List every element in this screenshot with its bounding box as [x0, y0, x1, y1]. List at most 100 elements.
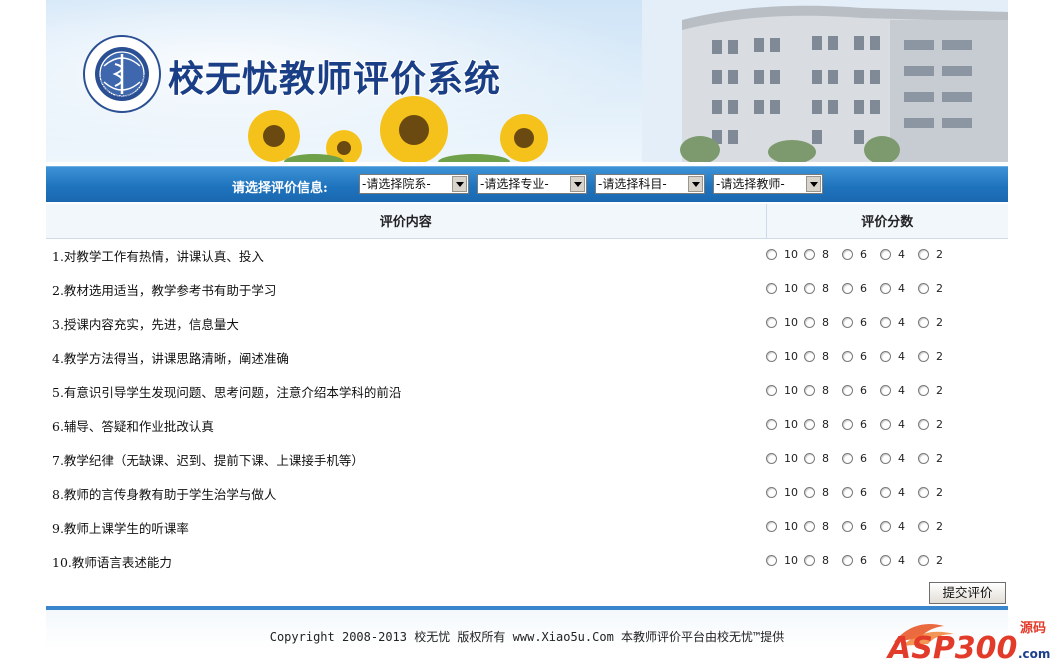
score-radio[interactable]	[842, 248, 853, 260]
score-radio[interactable]	[804, 486, 815, 498]
score-radio[interactable]	[880, 248, 891, 260]
score-radio[interactable]	[766, 316, 777, 328]
score-option-10[interactable]: 10	[766, 554, 800, 567]
score-radio[interactable]	[918, 350, 929, 362]
score-option-2[interactable]: 2	[918, 520, 952, 533]
score-option-10[interactable]: 10	[766, 520, 800, 533]
score-radio[interactable]	[804, 418, 815, 430]
score-option-8[interactable]: 8	[804, 486, 838, 499]
teacher-select[interactable]: -请选择教师-	[713, 174, 823, 194]
score-radio[interactable]	[842, 486, 853, 498]
score-option-10[interactable]: 10	[766, 418, 800, 431]
score-radio[interactable]	[766, 520, 777, 532]
score-radio[interactable]	[842, 452, 853, 464]
score-option-6[interactable]: 6	[842, 316, 876, 329]
chevron-down-icon[interactable]	[452, 176, 467, 192]
score-option-8[interactable]: 8	[804, 282, 838, 295]
score-radio[interactable]	[766, 486, 777, 498]
chevron-down-icon[interactable]	[806, 176, 821, 192]
score-radio[interactable]	[804, 316, 815, 328]
score-option-6[interactable]: 6	[842, 452, 876, 465]
score-radio[interactable]	[766, 418, 777, 430]
score-option-4[interactable]: 4	[880, 418, 914, 431]
score-radio[interactable]	[918, 452, 929, 464]
score-radio[interactable]	[842, 520, 853, 532]
score-option-6[interactable]: 6	[842, 418, 876, 431]
score-option-10[interactable]: 10	[766, 350, 800, 363]
score-option-8[interactable]: 8	[804, 554, 838, 567]
score-radio[interactable]	[880, 282, 891, 294]
score-option-6[interactable]: 6	[842, 486, 876, 499]
score-option-4[interactable]: 4	[880, 282, 914, 295]
score-option-6[interactable]: 6	[842, 282, 876, 295]
score-option-8[interactable]: 8	[804, 418, 838, 431]
score-radio[interactable]	[766, 384, 777, 396]
score-radio[interactable]	[804, 384, 815, 396]
score-radio[interactable]	[880, 452, 891, 464]
score-radio[interactable]	[804, 248, 815, 260]
score-radio[interactable]	[766, 452, 777, 464]
score-option-10[interactable]: 10	[766, 452, 800, 465]
score-option-2[interactable]: 2	[918, 554, 952, 567]
score-radio[interactable]	[804, 452, 815, 464]
score-radio[interactable]	[842, 418, 853, 430]
score-option-6[interactable]: 6	[842, 384, 876, 397]
score-option-8[interactable]: 8	[804, 316, 838, 329]
score-radio[interactable]	[804, 554, 815, 566]
score-option-2[interactable]: 2	[918, 486, 952, 499]
score-option-2[interactable]: 2	[918, 384, 952, 397]
score-option-4[interactable]: 4	[880, 554, 914, 567]
score-radio[interactable]	[842, 384, 853, 396]
score-option-10[interactable]: 10	[766, 248, 800, 261]
score-radio[interactable]	[804, 350, 815, 362]
score-option-8[interactable]: 8	[804, 384, 838, 397]
score-option-10[interactable]: 10	[766, 316, 800, 329]
score-option-4[interactable]: 4	[880, 384, 914, 397]
submit-evaluation-button[interactable]: 提交评价	[929, 582, 1006, 604]
score-radio[interactable]	[842, 282, 853, 294]
major-select[interactable]: -请选择专业-	[477, 174, 587, 194]
score-option-2[interactable]: 2	[918, 248, 952, 261]
score-option-8[interactable]: 8	[804, 452, 838, 465]
score-option-6[interactable]: 6	[842, 248, 876, 261]
score-radio[interactable]	[880, 520, 891, 532]
score-option-8[interactable]: 8	[804, 248, 838, 261]
score-option-2[interactable]: 2	[918, 418, 952, 431]
score-option-4[interactable]: 4	[880, 486, 914, 499]
score-option-4[interactable]: 4	[880, 520, 914, 533]
score-radio[interactable]	[766, 350, 777, 362]
score-radio[interactable]	[766, 248, 777, 260]
score-option-10[interactable]: 10	[766, 282, 800, 295]
score-option-6[interactable]: 6	[842, 520, 876, 533]
score-radio[interactable]	[804, 520, 815, 532]
score-radio[interactable]	[880, 486, 891, 498]
score-option-4[interactable]: 4	[880, 316, 914, 329]
score-radio[interactable]	[880, 316, 891, 328]
score-radio[interactable]	[918, 384, 929, 396]
subject-select[interactable]: -请选择科目-	[595, 174, 705, 194]
score-radio[interactable]	[918, 486, 929, 498]
score-option-6[interactable]: 6	[842, 350, 876, 363]
score-radio[interactable]	[842, 350, 853, 362]
chevron-down-icon[interactable]	[570, 176, 585, 192]
score-radio[interactable]	[880, 384, 891, 396]
score-radio[interactable]	[766, 282, 777, 294]
score-option-10[interactable]: 10	[766, 384, 800, 397]
score-radio[interactable]	[918, 248, 929, 260]
score-option-4[interactable]: 4	[880, 452, 914, 465]
score-radio[interactable]	[918, 554, 929, 566]
score-radio[interactable]	[880, 554, 891, 566]
chevron-down-icon[interactable]	[688, 176, 703, 192]
score-option-2[interactable]: 2	[918, 452, 952, 465]
score-option-8[interactable]: 8	[804, 520, 838, 533]
score-radio[interactable]	[842, 316, 853, 328]
score-radio[interactable]	[804, 282, 815, 294]
score-option-2[interactable]: 2	[918, 350, 952, 363]
score-option-4[interactable]: 4	[880, 350, 914, 363]
score-option-4[interactable]: 4	[880, 248, 914, 261]
college-select[interactable]: -请选择院系-	[359, 174, 469, 194]
score-radio[interactable]	[880, 418, 891, 430]
score-radio[interactable]	[918, 520, 929, 532]
score-option-2[interactable]: 2	[918, 316, 952, 329]
score-radio[interactable]	[766, 554, 777, 566]
